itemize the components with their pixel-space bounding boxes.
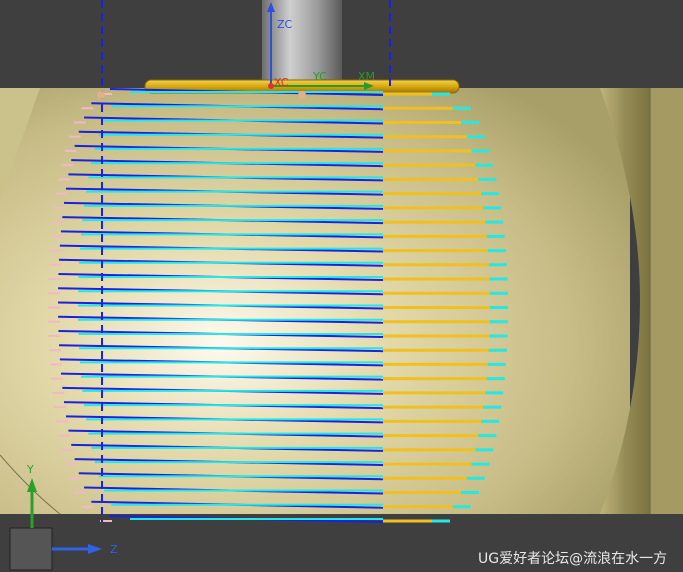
wcs-yc-label: YC [312, 70, 327, 83]
graphics-viewport[interactable]: ZC XM YC XC Y Z UG爱好者论坛@流浪在水一方 [0, 0, 683, 572]
wcs-xc-label: XC [274, 76, 289, 89]
3d-scene[interactable]: ZC XM YC XC Y Z UG爱好者论坛@流浪在水一方 [0, 0, 683, 572]
start-point-dot[interactable] [97, 91, 105, 99]
watermark: UG爱好者论坛@流浪在水一方 [478, 551, 667, 567]
triad-z-label: Z [110, 543, 118, 556]
wcs-xm-label: XM [358, 70, 375, 83]
wcs-zc-label: ZC [277, 18, 293, 31]
wcs-origin-dot [268, 83, 274, 89]
wcs-handle-dot[interactable] [298, 91, 306, 99]
view-triad-cube [9, 527, 53, 571]
triad-y-label: Y [26, 463, 34, 476]
fixture-jaw-right [650, 88, 683, 514]
